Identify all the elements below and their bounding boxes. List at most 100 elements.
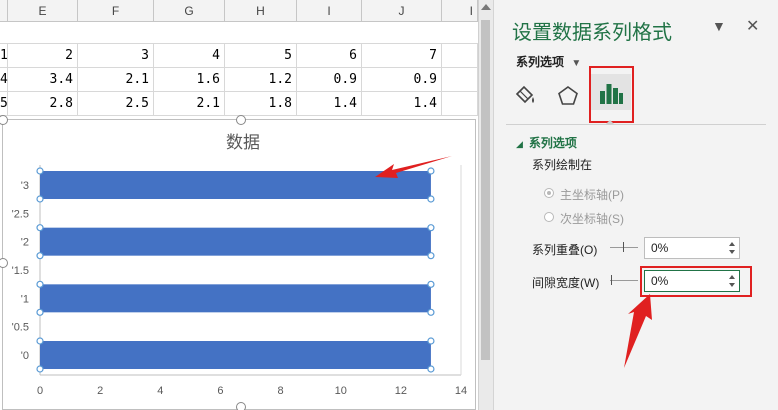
bar-0[interactable] bbox=[40, 341, 431, 369]
sheet-cell[interactable]: 2.1 bbox=[154, 92, 225, 116]
sheet-cell[interactable]: 2.1 bbox=[78, 68, 154, 92]
plot-series-on-label: 系列绘制在 bbox=[532, 158, 593, 172]
column-header-h[interactable]: H bbox=[225, 0, 297, 22]
bar-selection-handle[interactable] bbox=[36, 195, 44, 203]
x-tick-label: 4 bbox=[157, 385, 163, 397]
bar-selection-handle[interactable] bbox=[427, 308, 435, 316]
bar-selection-handle[interactable] bbox=[427, 167, 435, 175]
sheet-cell[interactable]: 3.4 bbox=[8, 68, 78, 92]
x-tick-label: 6 bbox=[217, 385, 223, 397]
bar-selection-handle[interactable] bbox=[427, 337, 435, 345]
chevron-down-icon: ▼ bbox=[571, 58, 582, 69]
bar-selection-handle[interactable] bbox=[427, 195, 435, 203]
row-lead-cell[interactable]: 5 bbox=[0, 92, 8, 116]
bar-selection-handle[interactable] bbox=[427, 365, 435, 373]
series-overlap-label: 系列重叠(O) bbox=[532, 243, 598, 257]
chart-resize-handle[interactable] bbox=[236, 402, 246, 410]
y-tick-label: '2 bbox=[21, 237, 29, 249]
bar-selection-handle[interactable] bbox=[36, 167, 44, 175]
sheet-cell[interactable]: 2.5 bbox=[78, 92, 154, 116]
sheet-cell[interactable]: 0.9 bbox=[362, 68, 442, 92]
chart-title[interactable]: 数据 bbox=[226, 133, 260, 153]
series-overlap-input[interactable]: 0% bbox=[644, 237, 740, 259]
x-tick-label: 8 bbox=[278, 385, 284, 397]
series-overlap-slider[interactable] bbox=[610, 247, 638, 248]
primary-axis-radio[interactable] bbox=[544, 188, 554, 198]
column-header-next[interactable]: I bbox=[442, 0, 478, 22]
sheet-cell[interactable]: 1.4 bbox=[297, 92, 362, 116]
sheet-cell[interactable]: 1.4 bbox=[362, 92, 442, 116]
x-tick-label: 12 bbox=[395, 385, 407, 397]
secondary-axis-radio[interactable] bbox=[544, 212, 554, 222]
spin-up-icon[interactable] bbox=[729, 242, 735, 246]
sheet-cell[interactable]: 5 bbox=[225, 44, 297, 68]
sheet-cell[interactable]: 7 bbox=[362, 44, 442, 68]
gap-width-slider-thumb[interactable] bbox=[611, 275, 612, 285]
gap-width-label: 间隙宽度(W) bbox=[532, 276, 600, 290]
y-tick-label: '1 bbox=[21, 293, 29, 305]
sheet-cell[interactable]: 1.6 bbox=[154, 68, 225, 92]
sheet-row-blank[interactable] bbox=[0, 22, 478, 44]
row-header-corner bbox=[0, 0, 8, 22]
primary-axis-label: 主坐标轴(P) bbox=[560, 188, 624, 202]
sheet-cell[interactable]: 2 bbox=[8, 44, 78, 68]
y-tick-label: '0 bbox=[21, 350, 29, 362]
sheet-cell[interactable]: 0.9 bbox=[297, 68, 362, 92]
column-header-f[interactable]: F bbox=[78, 0, 154, 22]
y-tick-label: '1.5 bbox=[12, 265, 29, 277]
bar-selection-handle[interactable] bbox=[427, 252, 435, 260]
bar-selection-handle[interactable] bbox=[36, 280, 44, 288]
sheet-cell[interactable]: 2.8 bbox=[8, 92, 78, 116]
paint-bucket-icon[interactable] bbox=[512, 82, 538, 108]
close-icon[interactable]: ✕ bbox=[746, 16, 759, 36]
x-tick-label: 10 bbox=[335, 385, 347, 397]
tab-divider bbox=[506, 124, 766, 125]
sheet-cell[interactable]: 6 bbox=[297, 44, 362, 68]
sheet-cell[interactable] bbox=[442, 68, 478, 92]
sheet-cell[interactable]: 3 bbox=[78, 44, 154, 68]
sheet-cell[interactable]: 4 bbox=[154, 44, 225, 68]
series-overlap-value: 0% bbox=[651, 241, 669, 255]
tab-indicator bbox=[605, 120, 615, 125]
y-tick-label: '2.5 bbox=[12, 208, 29, 220]
spin-down-icon[interactable] bbox=[729, 250, 735, 254]
gap-width-slider[interactable] bbox=[610, 280, 638, 281]
section-header[interactable]: ◢ 系列选项 bbox=[516, 134, 577, 151]
bar-selection-handle[interactable] bbox=[36, 308, 44, 316]
bar-1[interactable] bbox=[40, 284, 431, 313]
sheet-cell[interactable] bbox=[442, 92, 478, 116]
sheet-cell[interactable] bbox=[442, 44, 478, 68]
pane-options-icon[interactable]: ▼ bbox=[712, 18, 726, 34]
bar-selection-handle[interactable] bbox=[36, 365, 44, 373]
column-header-i[interactable]: I bbox=[297, 0, 362, 22]
bar-selection-handle[interactable] bbox=[427, 280, 435, 288]
series-options-menu[interactable]: 系列选项 ▼ bbox=[516, 53, 581, 70]
section-title: 系列选项 bbox=[528, 136, 577, 150]
bar-selection-handle[interactable] bbox=[36, 252, 44, 260]
chart-object[interactable]: 数据 '0 '0.5 '1 '1.5 '2 '2.5 '3 0 2 4 6 8 10 12 14 bbox=[2, 119, 476, 410]
bar-2[interactable] bbox=[40, 227, 431, 256]
vertical-scrollbar[interactable] bbox=[478, 0, 493, 410]
column-header-e[interactable]: E bbox=[8, 0, 78, 22]
row-lead-cell[interactable]: 4 bbox=[0, 68, 8, 92]
spreadsheet-area: E F G H I J I 1 2 3 4 5 6 7 4 3.4 2.1 1.6 1.2 0.9 0.9… bbox=[0, 0, 478, 410]
scrollbar-thumb[interactable] bbox=[481, 20, 490, 360]
column-header-g[interactable]: G bbox=[154, 0, 225, 22]
scroll-up-icon[interactable] bbox=[481, 4, 491, 10]
series-overlap-slider-thumb[interactable] bbox=[623, 242, 624, 252]
sheet-cell[interactable]: 1.8 bbox=[225, 92, 297, 116]
section-collapse-icon: ◢ bbox=[516, 139, 523, 149]
column-header-j[interactable]: J bbox=[362, 0, 442, 22]
highlight-box-tab bbox=[589, 66, 634, 123]
bar-chart[interactable]: 数据 '0 '0.5 '1 '1.5 '2 '2.5 '3 0 2 4 6 8 10 12 14 bbox=[3, 120, 475, 409]
bar-selection-handle[interactable] bbox=[36, 224, 44, 232]
chart-resize-handle[interactable] bbox=[236, 115, 246, 125]
pentagon-icon[interactable] bbox=[556, 84, 580, 108]
sheet-cell[interactable]: 1.2 bbox=[225, 68, 297, 92]
highlight-box-gap bbox=[640, 266, 752, 297]
secondary-axis-label: 次坐标轴(S) bbox=[560, 212, 624, 226]
bar-selection-handle[interactable] bbox=[427, 224, 435, 232]
bar-selection-handle[interactable] bbox=[36, 337, 44, 345]
bar-3[interactable] bbox=[40, 171, 431, 199]
row-lead-cell[interactable]: 1 bbox=[0, 44, 8, 68]
